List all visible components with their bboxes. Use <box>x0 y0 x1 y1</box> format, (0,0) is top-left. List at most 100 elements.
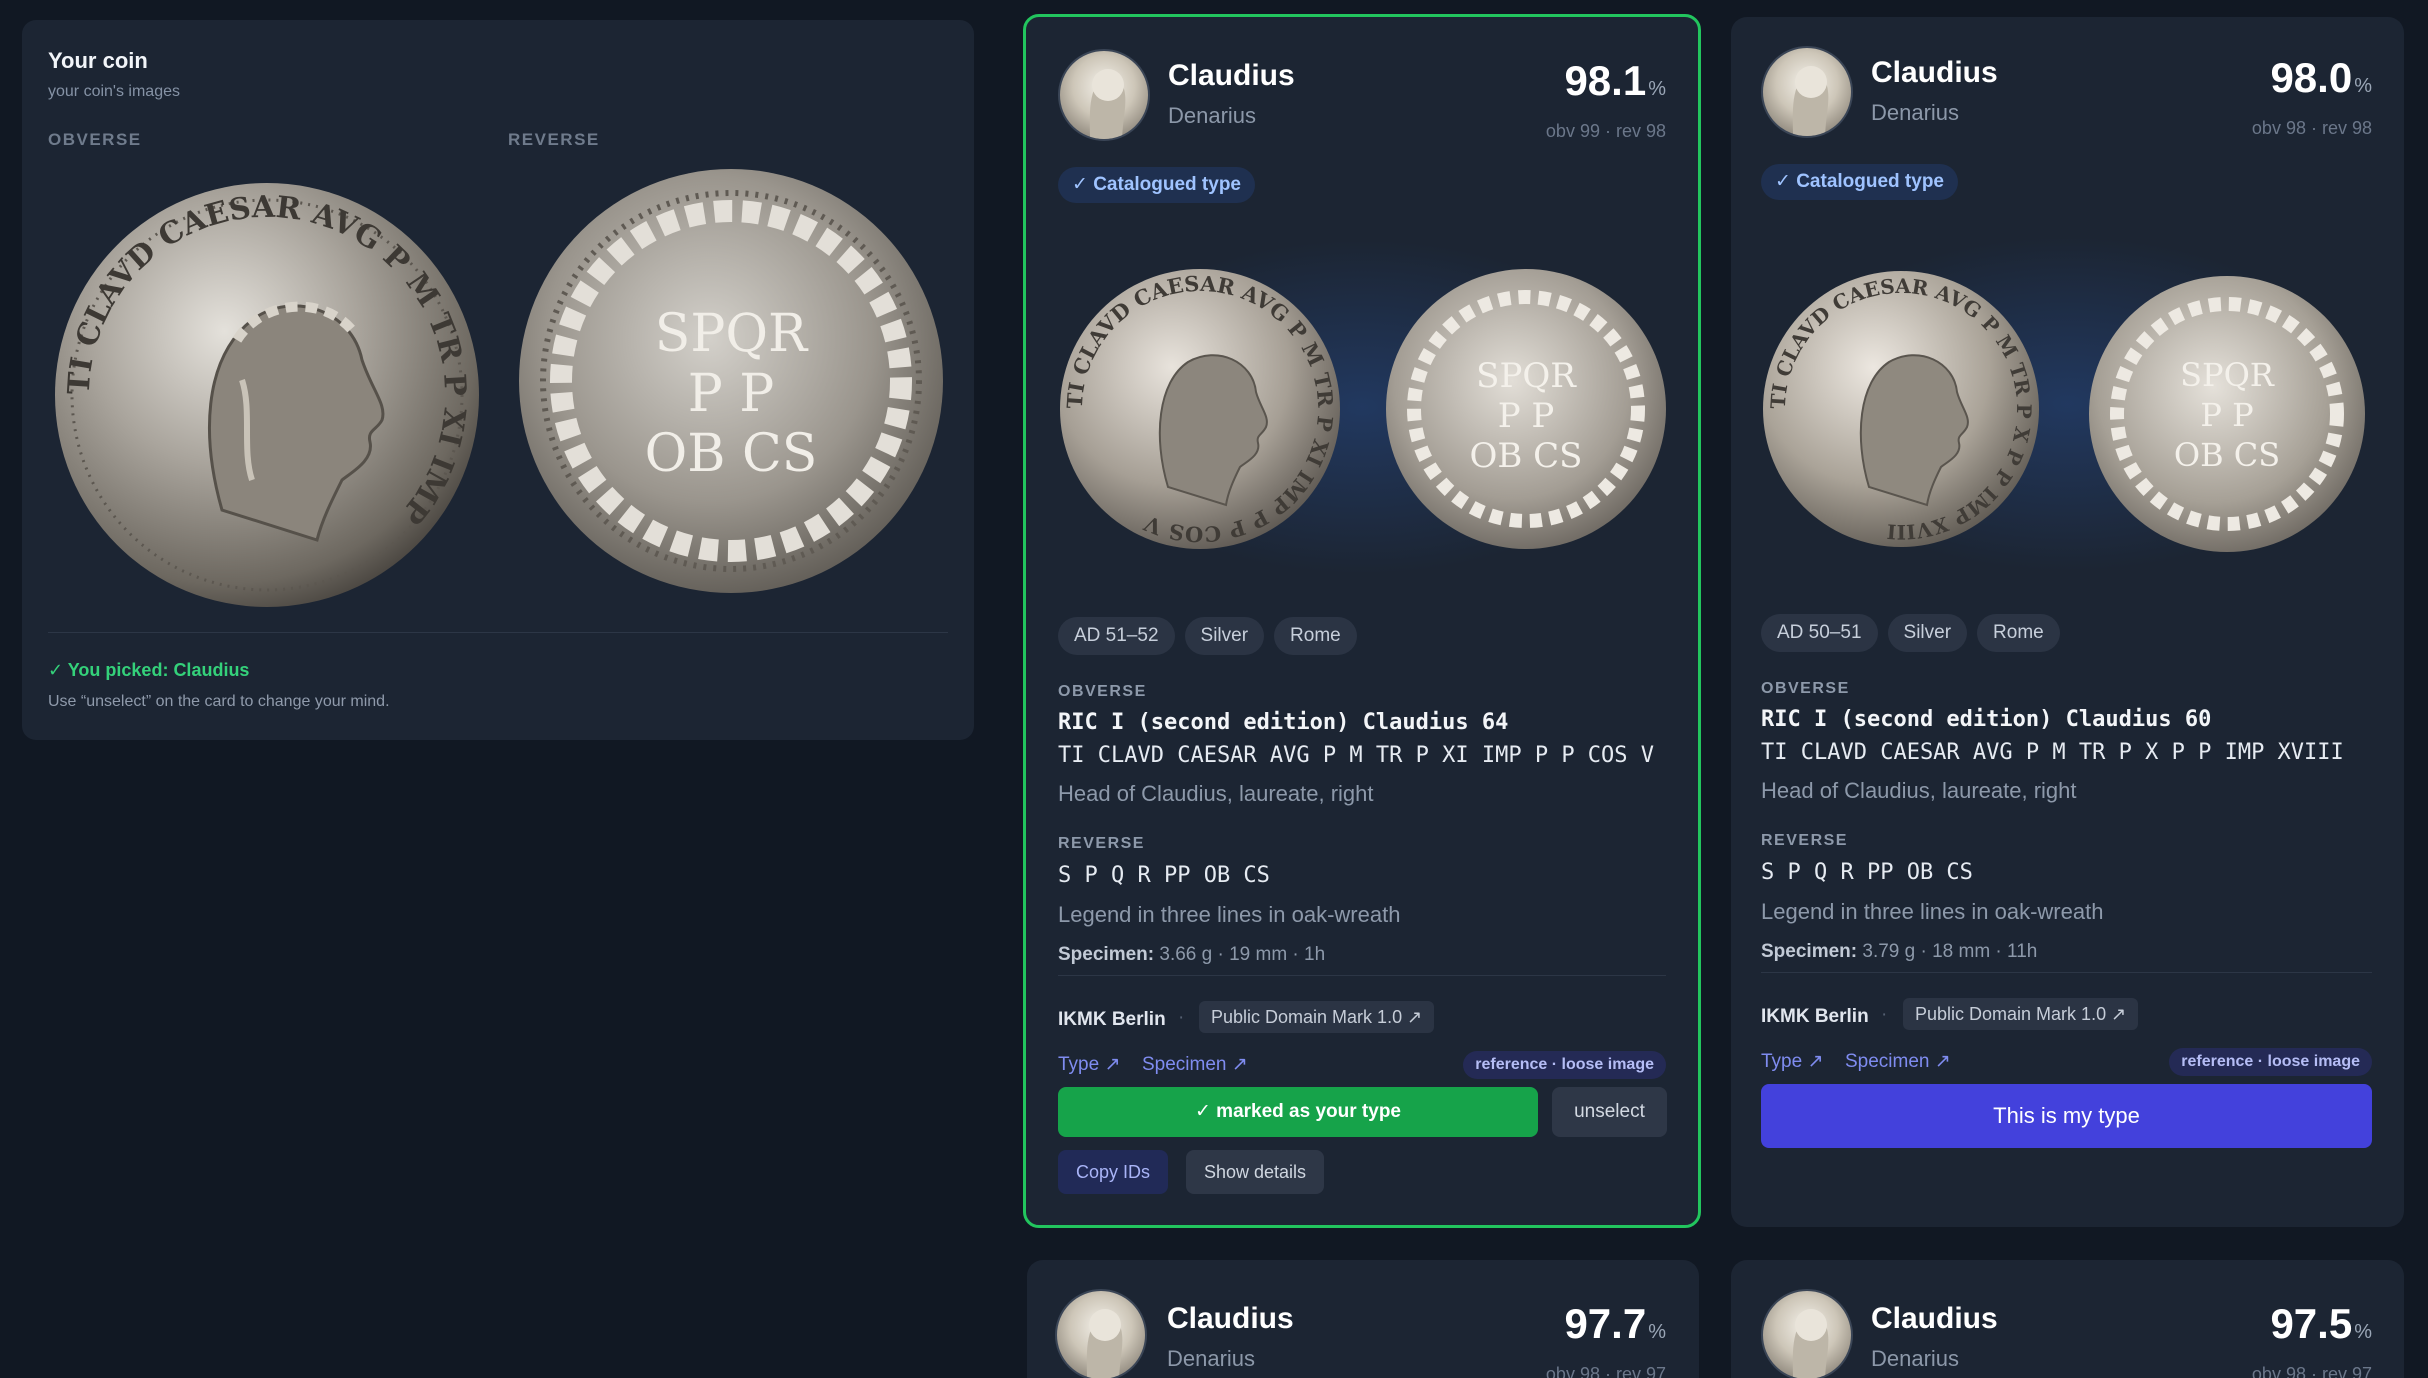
specimen-info: Specimen: 3.79 g · 18 mm · 11h <box>1761 941 2037 963</box>
your-coin-title: Your coin <box>48 48 148 73</box>
card-divider <box>1761 972 2372 973</box>
marked-as-type-button[interactable]: ✓ marked as your type <box>1058 1087 1538 1137</box>
your-coin-reverse-line-1: SPQR <box>655 304 809 364</box>
card-1-reverse-line-3: OB CS <box>1470 436 1583 476</box>
specimen-info: Specimen: 3.66 g · 19 mm · 1h <box>1058 944 1325 966</box>
match-card-2[interactable]: Claudius Denarius 98.0% obv 98 · rev 98 … <box>1731 17 2404 1227</box>
license-link[interactable]: Public Domain Mark 1.0 ↗ <box>1903 998 2139 1030</box>
attribute-chips: AD 50–51 Silver Rome <box>1761 614 2060 652</box>
your-coin-reverse-line-2: P P <box>688 364 775 424</box>
mint-chip: Rome <box>1274 617 1357 655</box>
specimen-link[interactable]: Specimen ↗ <box>1142 1053 1248 1076</box>
score-value: 97.7 <box>1564 1300 1647 1347</box>
score-value: 98.0 <box>2270 54 2353 101</box>
this-is-my-type-button[interactable]: This is my type <box>1761 1084 2372 1148</box>
license-link[interactable]: Public Domain Mark 1.0 ↗ <box>1199 1001 1435 1033</box>
reverse-section-label: REVERSE <box>1058 835 1145 852</box>
match-score: 97.7% <box>1564 1300 1666 1348</box>
card-2-obverse-image[interactable]: TI CLAVD CAESAR AVG P M TR P X P P IMP X… <box>1761 269 2041 549</box>
obverse-label: OBVERSE <box>48 130 142 149</box>
emperor-avatar <box>1058 49 1150 141</box>
score-percent: % <box>1648 78 1666 100</box>
catalogued-badge: ✓ Catalogued type <box>1761 164 1958 200</box>
card-1-reverse-image[interactable]: SPQR P P OB CS <box>1384 267 1669 552</box>
reference-tag: reference · loose image <box>1463 1051 1666 1079</box>
bust-icon <box>1792 66 1829 136</box>
match-card-1[interactable]: Claudius Denarius 98.1% obv 99 · rev 98 … <box>1023 14 1701 1228</box>
match-card-3[interactable]: Claudius Denarius 97.7% obv 98 · rev 97 <box>1027 1260 1699 1378</box>
reverse-description: Legend in three lines in oak-wreath <box>1058 902 1401 927</box>
type-link[interactable]: Type ↗ <box>1761 1050 1823 1073</box>
score-percent: % <box>2354 1321 2372 1343</box>
denomination: Denarius <box>1871 100 1960 125</box>
match-score: 98.1% <box>1564 57 1666 105</box>
score-value: 97.5 <box>2270 1300 2353 1347</box>
separator-dot: · <box>1881 1004 1888 1025</box>
coin-images: TI CLAVD CAESAR AVG P M TR P X P P IMP X… <box>1731 214 2404 594</box>
obv-rev-scores: obv 99 · rev 98 <box>1545 121 1666 141</box>
obverse-description: Head of Claudius, laureate, right <box>1058 781 1374 806</box>
specimen-value: 3.66 g · 19 mm · 1h <box>1159 944 1326 965</box>
bust-icon <box>1792 1309 1829 1378</box>
mint-chip: Rome <box>1977 614 2060 652</box>
obverse-reference: RIC I (second edition) Claudius 64 <box>1058 710 1509 735</box>
denomination: Denarius <box>1871 1346 1960 1371</box>
source-name: IKMK Berlin <box>1761 1006 1869 1027</box>
emperor-avatar <box>1055 1289 1147 1378</box>
unselect-button[interactable]: unselect <box>1552 1087 1667 1137</box>
picked-hint: Use “unselect” on the card to change you… <box>48 693 390 710</box>
your-coin-subtitle: your coin's images <box>48 83 180 100</box>
card-2-reverse-line-2: P P <box>2200 396 2253 434</box>
copy-ids-button[interactable]: Copy IDs <box>1058 1150 1169 1194</box>
your-coin-obverse-image[interactable]: TI CLAVD CAESAR AVG P M TR P XI IMP <box>52 180 482 610</box>
denomination: Denarius <box>1167 1346 1256 1371</box>
card-1-reverse-line-2: P P <box>1498 396 1555 436</box>
obverse-legend: TI CLAVD CAESAR AVG P M TR P XI IMP P P … <box>1058 743 1655 768</box>
specimen-value: 3.79 g · 18 mm · 11h <box>1862 941 2038 962</box>
your-coin-reverse-image[interactable]: SPQR P P OB CS <box>516 166 946 596</box>
separator-dot: · <box>1178 1007 1185 1028</box>
reverse-legend: S P Q R PP OB CS <box>1058 863 1270 888</box>
specimen-link[interactable]: Specimen ↗ <box>1845 1050 1951 1073</box>
date-chip: AD 50–51 <box>1761 614 1878 652</box>
bust-icon <box>1089 69 1126 139</box>
card-1-obverse-image[interactable]: TI CLAVD CAESAR AVG P M TR P XI IMP P P … <box>1058 267 1343 552</box>
attribute-chips: AD 51–52 Silver Rome <box>1058 617 1357 655</box>
denomination: Denarius <box>1168 103 1257 128</box>
bust-icon <box>1086 1309 1123 1378</box>
show-details-button[interactable]: Show details <box>1186 1150 1325 1194</box>
your-coin-panel: Your coin your coin's images OBVERSE REV… <box>22 20 974 740</box>
reverse-section-label: REVERSE <box>1761 832 1848 849</box>
card-2-reverse-image[interactable]: SPQR P P OB CS <box>2087 274 2367 554</box>
card-2-reverse-line-3: OB CS <box>2174 436 2280 474</box>
metal-chip: Silver <box>1887 614 1968 652</box>
emperor-name: Claudius <box>1167 1302 1294 1335</box>
obverse-reference: RIC I (second edition) Claudius 60 <box>1761 707 2212 732</box>
match-score: 98.0% <box>2270 54 2372 102</box>
source-name: IKMK Berlin <box>1058 1009 1166 1030</box>
score-percent: % <box>2354 75 2372 97</box>
obv-rev-scores: obv 98 · rev 97 <box>2251 1364 2372 1378</box>
picked-status: ✓ You picked: Claudius <box>48 660 250 680</box>
obverse-section-label: OBVERSE <box>1761 680 1850 697</box>
card-2-reverse-line-1: SPQR <box>2180 356 2275 394</box>
type-link[interactable]: Type ↗ <box>1058 1053 1120 1076</box>
emperor-avatar <box>1761 46 1853 138</box>
date-chip: AD 51–52 <box>1058 617 1175 655</box>
obv-rev-scores: obv 98 · rev 97 <box>1545 1364 1666 1378</box>
emperor-avatar <box>1761 1289 1853 1378</box>
reference-tag: reference · loose image <box>2169 1048 2372 1076</box>
reverse-label: REVERSE <box>508 130 600 149</box>
coin-images: TI CLAVD CAESAR AVG P M TR P XI IMP P P … <box>1026 217 1698 597</box>
match-score: 97.5% <box>2270 1300 2372 1348</box>
catalogued-badge: ✓ Catalogued type <box>1058 167 1255 203</box>
metal-chip: Silver <box>1184 617 1265 655</box>
obverse-legend: TI CLAVD CAESAR AVG P M TR P X P P IMP X… <box>1761 740 2344 765</box>
obverse-description: Head of Claudius, laureate, right <box>1761 778 2077 803</box>
score-value: 98.1 <box>1564 57 1647 104</box>
reverse-description: Legend in three lines in oak-wreath <box>1761 899 2104 924</box>
specimen-label: Specimen: <box>1058 944 1155 965</box>
card-divider <box>1058 975 1666 976</box>
obv-rev-scores: obv 98 · rev 98 <box>2251 118 2372 138</box>
match-card-4[interactable]: Claudius Denarius 97.5% obv 98 · rev 97 <box>1731 1260 2404 1378</box>
